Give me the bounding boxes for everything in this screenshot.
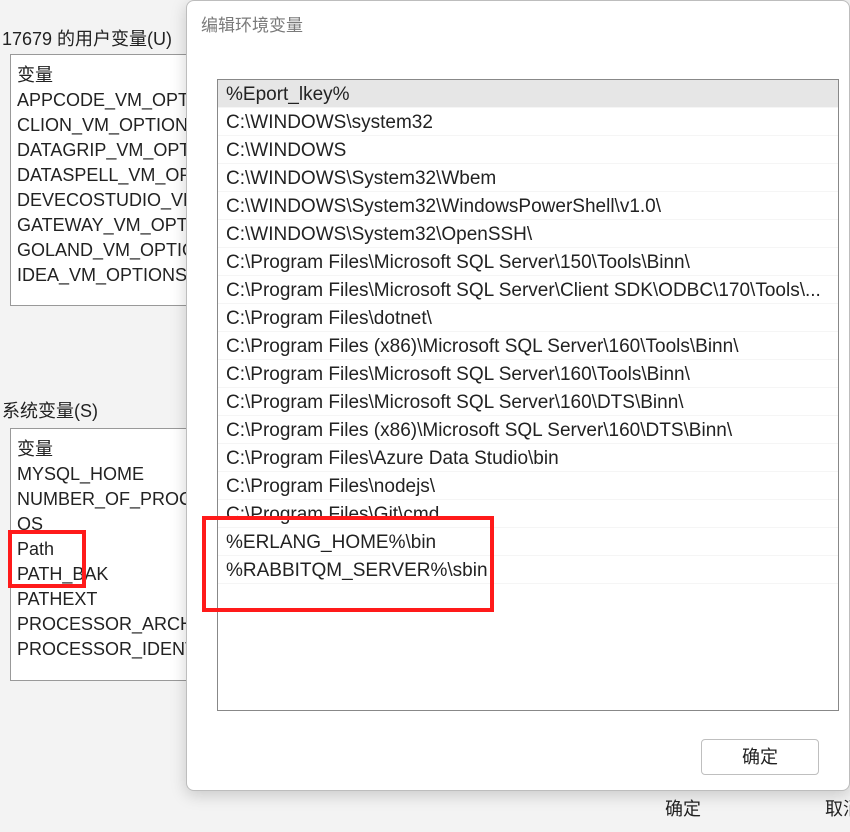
parent-ok-button[interactable]: 确定 bbox=[640, 795, 726, 823]
path-entry[interactable]: C:\WINDOWS\System32\WindowsPowerShell\v1… bbox=[218, 192, 838, 220]
list-item[interactable]: PATHEXT bbox=[17, 587, 181, 612]
user-variables-group-label: 17679 的用户变量(U) bbox=[2, 25, 172, 51]
sys-vars-column-header: 变量 bbox=[17, 433, 181, 462]
path-entry-rabbitmq[interactable]: %RABBITQM_SERVER%\sbin bbox=[218, 556, 838, 584]
path-entry[interactable]: C:\WINDOWS\System32\OpenSSH\ bbox=[218, 220, 838, 248]
path-entry[interactable]: C:\WINDOWS\system32 bbox=[218, 108, 838, 136]
list-item[interactable]: IDEA_VM_OPTIONS bbox=[17, 263, 181, 288]
system-variables-group-label: 系统变量(S) bbox=[2, 397, 98, 423]
user-variables-listbox[interactable]: 变量 APPCODE_VM_OPTIONS CLION_VM_OPTIONS D… bbox=[10, 54, 188, 306]
list-item[interactable]: DEVECOSTUDIO_VM_OPTIONS bbox=[17, 188, 181, 213]
list-item[interactable]: PROCESSOR_IDENTIFIER bbox=[17, 637, 181, 662]
path-entries-listbox[interactable]: %Eport_lkey% C:\WINDOWS\system32 C:\WIND… bbox=[217, 79, 839, 711]
path-entry[interactable]: C:\Program Files (x86)\Microsoft SQL Ser… bbox=[218, 416, 838, 444]
path-entry[interactable]: C:\Program Files\Microsoft SQL Server\16… bbox=[218, 388, 838, 416]
list-item[interactable]: PATH_BAK bbox=[17, 562, 181, 587]
edit-env-variable-dialog: 编辑环境变量 %Eport_lkey% C:\WINDOWS\system32 … bbox=[186, 0, 850, 791]
list-item[interactable]: PROCESSOR_ARCHITECTURE bbox=[17, 612, 181, 637]
user-vars-column-header: 变量 bbox=[17, 59, 181, 88]
list-item[interactable]: DATAGRIP_VM_OPTIONS bbox=[17, 138, 181, 163]
dialog-title: 编辑环境变量 bbox=[187, 1, 849, 44]
list-item[interactable]: NUMBER_OF_PROCESSORS bbox=[17, 487, 181, 512]
list-item[interactable]: APPCODE_VM_OPTIONS bbox=[17, 88, 181, 113]
path-entry[interactable]: C:\Program Files (x86)\Microsoft SQL Ser… bbox=[218, 332, 838, 360]
system-variables-listbox[interactable]: 变量 MYSQL_HOME NUMBER_OF_PROCESSORS OS Pa… bbox=[10, 428, 188, 681]
list-item[interactable]: GOLAND_VM_OPTIONS bbox=[17, 238, 181, 263]
path-entry[interactable]: C:\Program Files\Git\cmd bbox=[218, 500, 838, 528]
path-entry-erlang[interactable]: %ERLANG_HOME%\bin bbox=[218, 528, 838, 556]
dialog-ok-button[interactable]: 确定 bbox=[701, 739, 819, 775]
list-item[interactable]: CLION_VM_OPTIONS bbox=[17, 113, 181, 138]
path-entry[interactable]: C:\WINDOWS bbox=[218, 136, 838, 164]
path-entry[interactable]: C:\Program Files\Microsoft SQL Server\16… bbox=[218, 360, 838, 388]
list-item[interactable]: DATASPELL_VM_OPTIONS bbox=[17, 163, 181, 188]
path-entry[interactable]: %Eport_lkey% bbox=[218, 80, 838, 108]
path-entry[interactable]: C:\Program Files\dotnet\ bbox=[218, 304, 838, 332]
path-entry[interactable]: C:\Program Files\nodejs\ bbox=[218, 472, 838, 500]
list-item-path[interactable]: Path bbox=[17, 537, 181, 562]
list-item[interactable]: OS bbox=[17, 512, 181, 537]
path-entry[interactable]: C:\Program Files\Microsoft SQL Server\Cl… bbox=[218, 276, 838, 304]
parent-cancel-button[interactable]: 取消 bbox=[800, 795, 850, 823]
path-entry[interactable]: C:\Program Files\Microsoft SQL Server\15… bbox=[218, 248, 838, 276]
path-entry[interactable]: C:\Program Files\Azure Data Studio\bin bbox=[218, 444, 838, 472]
path-entry[interactable]: C:\WINDOWS\System32\Wbem bbox=[218, 164, 838, 192]
list-item[interactable]: MYSQL_HOME bbox=[17, 462, 181, 487]
list-item[interactable]: GATEWAY_VM_OPTIONS bbox=[17, 213, 181, 238]
